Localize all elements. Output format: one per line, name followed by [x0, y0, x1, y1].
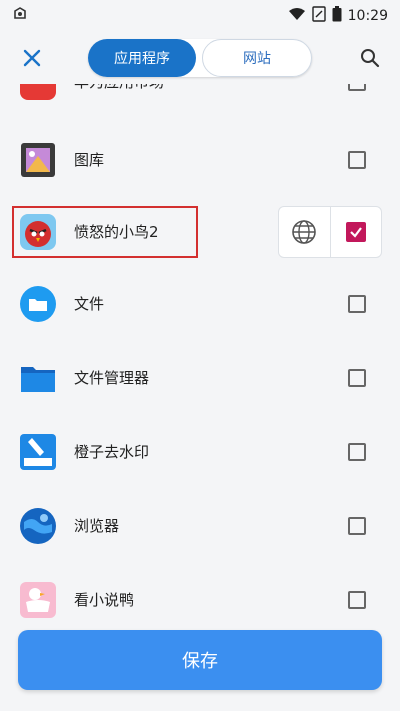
app-checkbox[interactable]: [348, 443, 366, 461]
app-checkbox[interactable]: [348, 84, 366, 91]
novel-duck-icon: [18, 580, 58, 620]
list-item[interactable]: 文件管理器: [0, 342, 400, 416]
app-checkbox-checked[interactable]: [329, 207, 382, 257]
list-item[interactable]: 华为应用市场: [0, 84, 400, 120]
app-label: 图库: [74, 151, 105, 169]
save-button[interactable]: 保存: [18, 630, 382, 690]
globe-icon: [292, 220, 317, 244]
app-label: 浏览器: [74, 517, 120, 535]
app-checkbox[interactable]: [348, 369, 366, 387]
close-button[interactable]: [18, 44, 46, 72]
search-icon: [361, 49, 380, 68]
header: 应用程序 网站: [0, 32, 400, 84]
app-checkbox[interactable]: [348, 295, 366, 313]
app-label: 文件: [74, 295, 105, 313]
app-label: 看小说鸭: [74, 591, 135, 609]
website-toggle-button[interactable]: [279, 207, 330, 257]
segmented-control: 应用程序 网站: [88, 39, 312, 77]
close-icon: [23, 49, 41, 67]
gallery-icon: [18, 140, 58, 180]
sim-icon: [311, 6, 326, 26]
status-time: 10:29: [347, 8, 388, 24]
checkbox-checked: [345, 222, 366, 242]
app-checkbox[interactable]: [348, 591, 366, 609]
tab-websites[interactable]: 网站: [202, 39, 312, 77]
browser-icon: [18, 506, 58, 546]
files-icon: [18, 284, 58, 324]
search-button[interactable]: [356, 44, 384, 72]
watermark-remover-icon: [18, 432, 58, 472]
file-manager-icon: [18, 358, 58, 398]
notification-icon: [12, 6, 28, 26]
list-item[interactable]: 看小说鸭: [0, 564, 400, 638]
app-list: 华为应用市场 图库 愤怒的小鸟2: [0, 84, 400, 711]
status-bar: 10:29: [0, 0, 400, 32]
wifi-icon: [288, 7, 306, 25]
tab-apps[interactable]: 应用程序: [88, 39, 196, 77]
app-checkbox[interactable]: [348, 151, 366, 169]
list-item[interactable]: 橙子去水印: [0, 416, 400, 490]
highlight-frame: [12, 206, 198, 258]
list-item[interactable]: 浏览器: [0, 490, 400, 564]
app-label: 文件管理器: [74, 369, 150, 387]
list-item[interactable]: 文件: [0, 268, 400, 342]
app-label: 橙子去水印: [74, 443, 150, 461]
app-label: 华为应用市场: [74, 84, 164, 92]
app-market-icon: [18, 84, 58, 102]
check-icon: [349, 227, 362, 238]
app-checkbox[interactable]: [348, 517, 366, 535]
list-item[interactable]: 图库: [0, 124, 400, 198]
app-options-panel: [278, 206, 382, 258]
battery-icon: [332, 6, 342, 26]
